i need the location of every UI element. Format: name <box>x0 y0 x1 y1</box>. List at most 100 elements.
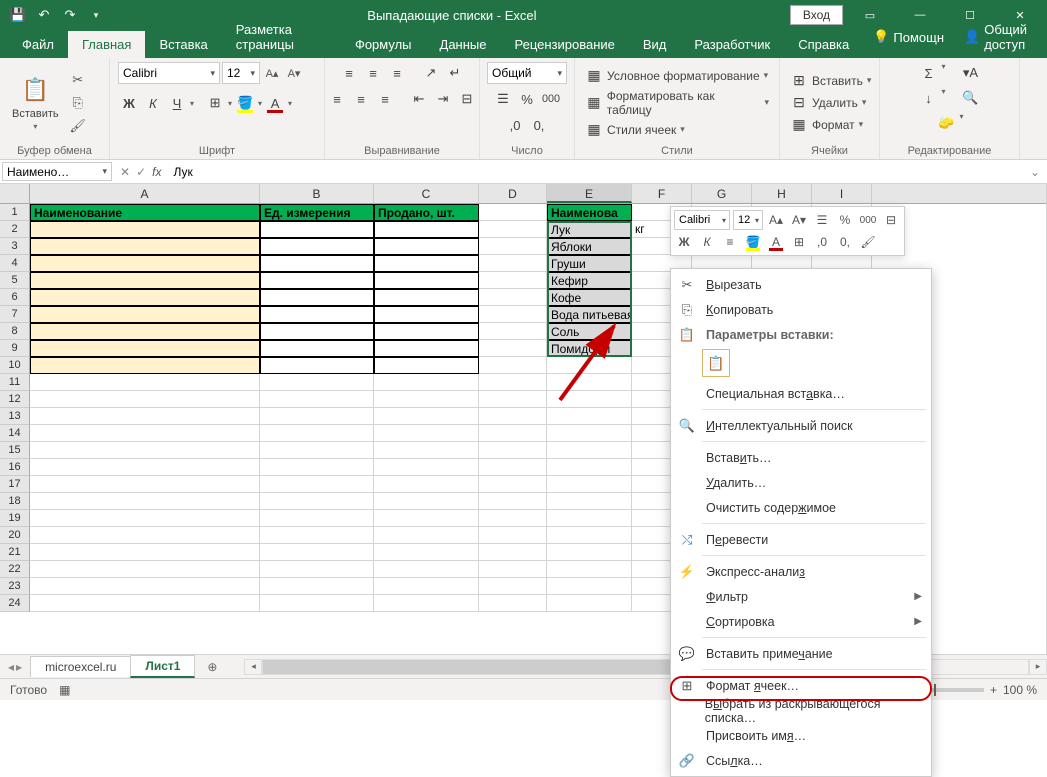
sheet-tab-2[interactable]: Лист1 <box>130 655 195 678</box>
cell-E2[interactable]: Лук <box>547 221 632 238</box>
cell-C23[interactable] <box>374 578 479 595</box>
ctx-format-cells[interactable]: ⊞Формат ячеек… <box>672 673 930 698</box>
formula-bar[interactable]: Лук <box>167 160 1023 183</box>
cell-D4[interactable] <box>479 255 547 272</box>
cell-C18[interactable] <box>374 493 479 510</box>
col-header-C[interactable]: C <box>374 184 479 203</box>
cell-A8[interactable] <box>30 323 260 340</box>
cell-D17[interactable] <box>479 476 547 493</box>
tab-insert[interactable]: Вставка <box>145 31 221 58</box>
cell-E21[interactable] <box>547 544 632 561</box>
ctx-insert-comment[interactable]: 💬Вставить примечание <box>672 641 930 666</box>
cell-C2[interactable] <box>374 221 479 238</box>
cell-C6[interactable] <box>374 289 479 306</box>
align-bottom-icon[interactable]: ≡ <box>386 62 408 84</box>
cell-A22[interactable] <box>30 561 260 578</box>
col-header-B[interactable]: B <box>260 184 374 203</box>
cell-C7[interactable] <box>374 306 479 323</box>
paste-button[interactable]: 📋 Вставить ▾ <box>8 72 63 133</box>
row-header-19[interactable]: 19 <box>0 510 30 527</box>
tab-file[interactable]: Файл <box>8 31 68 58</box>
cell-D21[interactable] <box>479 544 547 561</box>
cell-D16[interactable] <box>479 459 547 476</box>
select-all-corner[interactable] <box>0 184 30 203</box>
ctx-pick-from-list[interactable]: Выбрать из раскрывающегося списка… <box>672 698 930 723</box>
ctx-link[interactable]: 🔗Ссылка… <box>672 748 930 773</box>
cell-E22[interactable] <box>547 561 632 578</box>
cell-B22[interactable] <box>260 561 374 578</box>
cell-A14[interactable] <box>30 425 260 442</box>
mini-italic-icon[interactable]: К <box>697 232 717 252</box>
cell-E20[interactable] <box>547 527 632 544</box>
cell-C4[interactable] <box>374 255 479 272</box>
cell-E24[interactable] <box>547 595 632 612</box>
cell-C24[interactable] <box>374 595 479 612</box>
mini-borders-icon[interactable]: ⊞ <box>789 232 809 252</box>
fx-icon[interactable]: fx <box>152 165 161 179</box>
cell-B5[interactable] <box>260 272 374 289</box>
cell-B16[interactable] <box>260 459 374 476</box>
ctx-delete[interactable]: Удалить… <box>672 470 930 495</box>
cell-C3[interactable] <box>374 238 479 255</box>
col-header-D[interactable]: D <box>479 184 547 203</box>
decrease-decimal-icon[interactable]: 0, <box>528 114 550 136</box>
ctx-cut[interactable]: ✂Вырезать <box>672 272 930 297</box>
ctx-quick-analysis[interactable]: ⚡Экспресс-анализ <box>672 559 930 584</box>
sheet-nav-first-icon[interactable]: ◂ <box>8 660 14 674</box>
cell-A13[interactable] <box>30 408 260 425</box>
cell-C11[interactable] <box>374 374 479 391</box>
row-header-7[interactable]: 7 <box>0 306 30 323</box>
mini-decrease-font-icon[interactable]: A▾ <box>789 210 809 230</box>
number-format-select[interactable]: Общий <box>487 62 567 84</box>
cell-E14[interactable] <box>547 425 632 442</box>
cell-C14[interactable] <box>374 425 479 442</box>
cell-C5[interactable] <box>374 272 479 289</box>
cell-A9[interactable] <box>30 340 260 357</box>
align-top-icon[interactable]: ≡ <box>338 62 360 84</box>
cancel-formula-icon[interactable]: ✕ <box>120 165 130 179</box>
row-header-3[interactable]: 3 <box>0 238 30 255</box>
cell-A2[interactable] <box>30 221 260 238</box>
cell-E23[interactable] <box>547 578 632 595</box>
cell-B8[interactable] <box>260 323 374 340</box>
sort-filter-icon[interactable]: ▾A <box>960 62 982 84</box>
ctx-smart-lookup[interactable]: 🔍Интеллектуальный поиск <box>672 413 930 438</box>
cell-E5[interactable]: Кефир <box>547 272 632 289</box>
cell-B14[interactable] <box>260 425 374 442</box>
cell-A5[interactable] <box>30 272 260 289</box>
cell-D12[interactable] <box>479 391 547 408</box>
cell-B13[interactable] <box>260 408 374 425</box>
borders-icon[interactable]: ⊞ <box>204 92 226 114</box>
italic-button[interactable]: К <box>142 92 164 114</box>
add-sheet-button[interactable]: ⊕ <box>200 655 224 679</box>
cell-D11[interactable] <box>479 374 547 391</box>
ctx-copy[interactable]: ⎘Копировать <box>672 297 930 322</box>
cell-E19[interactable] <box>547 510 632 527</box>
cell-A19[interactable] <box>30 510 260 527</box>
row-header-22[interactable]: 22 <box>0 561 30 578</box>
row-header-10[interactable]: 10 <box>0 357 30 374</box>
cell-B24[interactable] <box>260 595 374 612</box>
cell-A7[interactable] <box>30 306 260 323</box>
row-header-11[interactable]: 11 <box>0 374 30 391</box>
cell-B7[interactable] <box>260 306 374 323</box>
cell-D3[interactable] <box>479 238 547 255</box>
mini-comma-icon[interactable]: 000 <box>858 210 878 230</box>
tab-home[interactable]: Главная <box>68 31 145 58</box>
row-header-2[interactable]: 2 <box>0 221 30 238</box>
expand-formula-icon[interactable]: ⌄ <box>1023 160 1047 183</box>
mini-currency-icon[interactable]: ☰ <box>812 210 832 230</box>
cell-D10[interactable] <box>479 357 547 374</box>
ctx-define-name[interactable]: Присвоить имя… <box>672 723 930 748</box>
cut-icon[interactable]: ✂ <box>67 70 89 90</box>
cell-D5[interactable] <box>479 272 547 289</box>
row-header-17[interactable]: 17 <box>0 476 30 493</box>
cell-C17[interactable] <box>374 476 479 493</box>
clear-icon[interactable]: 🧽 <box>935 112 957 134</box>
ctx-insert[interactable]: Вставить… <box>672 445 930 470</box>
cell-E10[interactable] <box>547 357 632 374</box>
cell-D19[interactable] <box>479 510 547 527</box>
cell-B15[interactable] <box>260 442 374 459</box>
align-left-icon[interactable]: ≡ <box>326 88 348 110</box>
zoom-in-icon[interactable]: + <box>990 683 997 697</box>
